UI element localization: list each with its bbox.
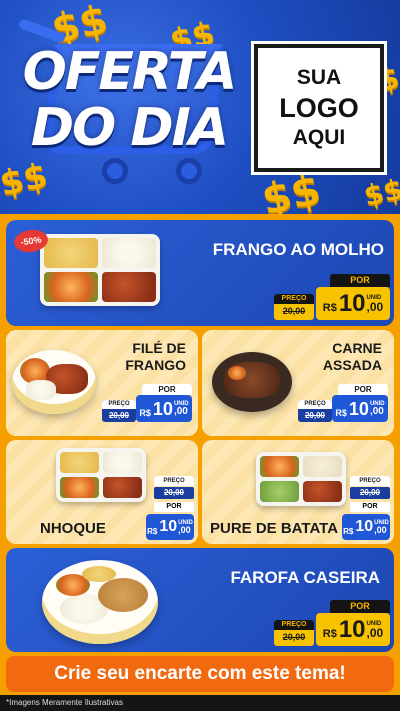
new-price: R$ 10 UNID ,00 [316,287,390,320]
preco-label: PREÇO [154,476,194,486]
new-price: R$ 10 UNID ,00 [332,395,388,422]
price-tag: POR PREÇO 20,00 R$ 10 UNID ,00 [274,600,390,646]
old-price: PREÇO 20,00 [274,620,314,646]
price-tag: POR PREÇO 20,00 R$ 10 UNID ,00 [298,384,388,422]
logo-placeholder: SUA LOGO AQUI [251,41,387,175]
preco-label: PREÇO [350,476,390,486]
por-label: POR [338,384,388,395]
product-card-pure-de-batata[interactable]: PURE DE BATATA PREÇO 20,00 POR R$ 10 UNI… [202,440,394,544]
food-image [56,448,146,502]
product-card-file-de-frango[interactable]: FILÉ DE FRANGO POR PREÇO 20,00 R$ 10 UNI… [6,330,198,436]
disclaimer: *Imagens Meramente Ilustrativas [0,695,400,711]
create-flyer-button[interactable]: Crie seu encarte com este tema! [6,656,394,692]
food-image [212,352,292,412]
food-image [40,234,160,306]
new-price: R$ 10 UNID ,00 [342,514,390,540]
product-card-carne-assada[interactable]: CARNE ASSADA POR PREÇO 20,00 R$ 10 UNID,… [202,330,394,436]
por-label: POR [350,502,390,512]
product-name: FRANGO AO MOLHO [212,240,384,259]
food-image [42,560,158,644]
price-tag: PREÇO 20,00 POR R$ 10 UNID ,00 [146,476,194,540]
price-tag: POR PREÇO 20,00 R$ 10 UNID ,00 [102,384,192,422]
product-name: PURE DE BATATA [210,520,339,537]
product-name: NHOQUE [40,520,106,537]
header-banner: $$ $$ $$ $$ $$ $$ OFERTA DO DIA SUA LOGO… [0,0,400,214]
price-tag: PREÇO 20,00 POR R$ 10 UNID ,00 [342,476,390,540]
por-label: POR [330,600,390,613]
food-image [12,350,96,414]
product-card-farofa-caseira[interactable]: FAROFA CASEIRA POR PREÇO 20,00 R$ 10 UNI… [6,548,394,652]
product-card-frango-ao-molho[interactable]: -50% FRANGO AO MOLHO POR PREÇO 20,00 R$ … [6,220,394,326]
page-title: OFERTA DO DIA [22,42,238,158]
old-price: PREÇO 20,00 [274,294,314,320]
por-label: POR [142,384,192,395]
por-label: POR [154,502,194,512]
new-price: R$ 10 UNID ,00 [136,395,192,422]
price-tag: POR PREÇO 20,00 R$ 10 UNID ,00 [274,274,390,320]
old-price: PREÇO 20,00 [102,400,136,422]
product-name: CARNE ASSADA [322,340,382,373]
new-price: R$ 10 UNID ,00 [316,613,390,646]
old-price: 20,00 [154,487,194,499]
product-name: FAROFA CASEIRA [230,568,380,587]
food-image [256,452,346,506]
old-price: 20,00 [350,487,390,499]
product-card-nhoque[interactable]: NHOQUE PREÇO 20,00 POR R$ 10 UNID ,00 [6,440,198,544]
product-name: FILÉ DE FRANGO [125,340,186,373]
old-price: PREÇO 20,00 [298,400,332,422]
new-price: R$ 10 UNID ,00 [146,514,194,540]
coin-icon: $$ [360,172,400,213]
por-label: POR [330,274,390,287]
